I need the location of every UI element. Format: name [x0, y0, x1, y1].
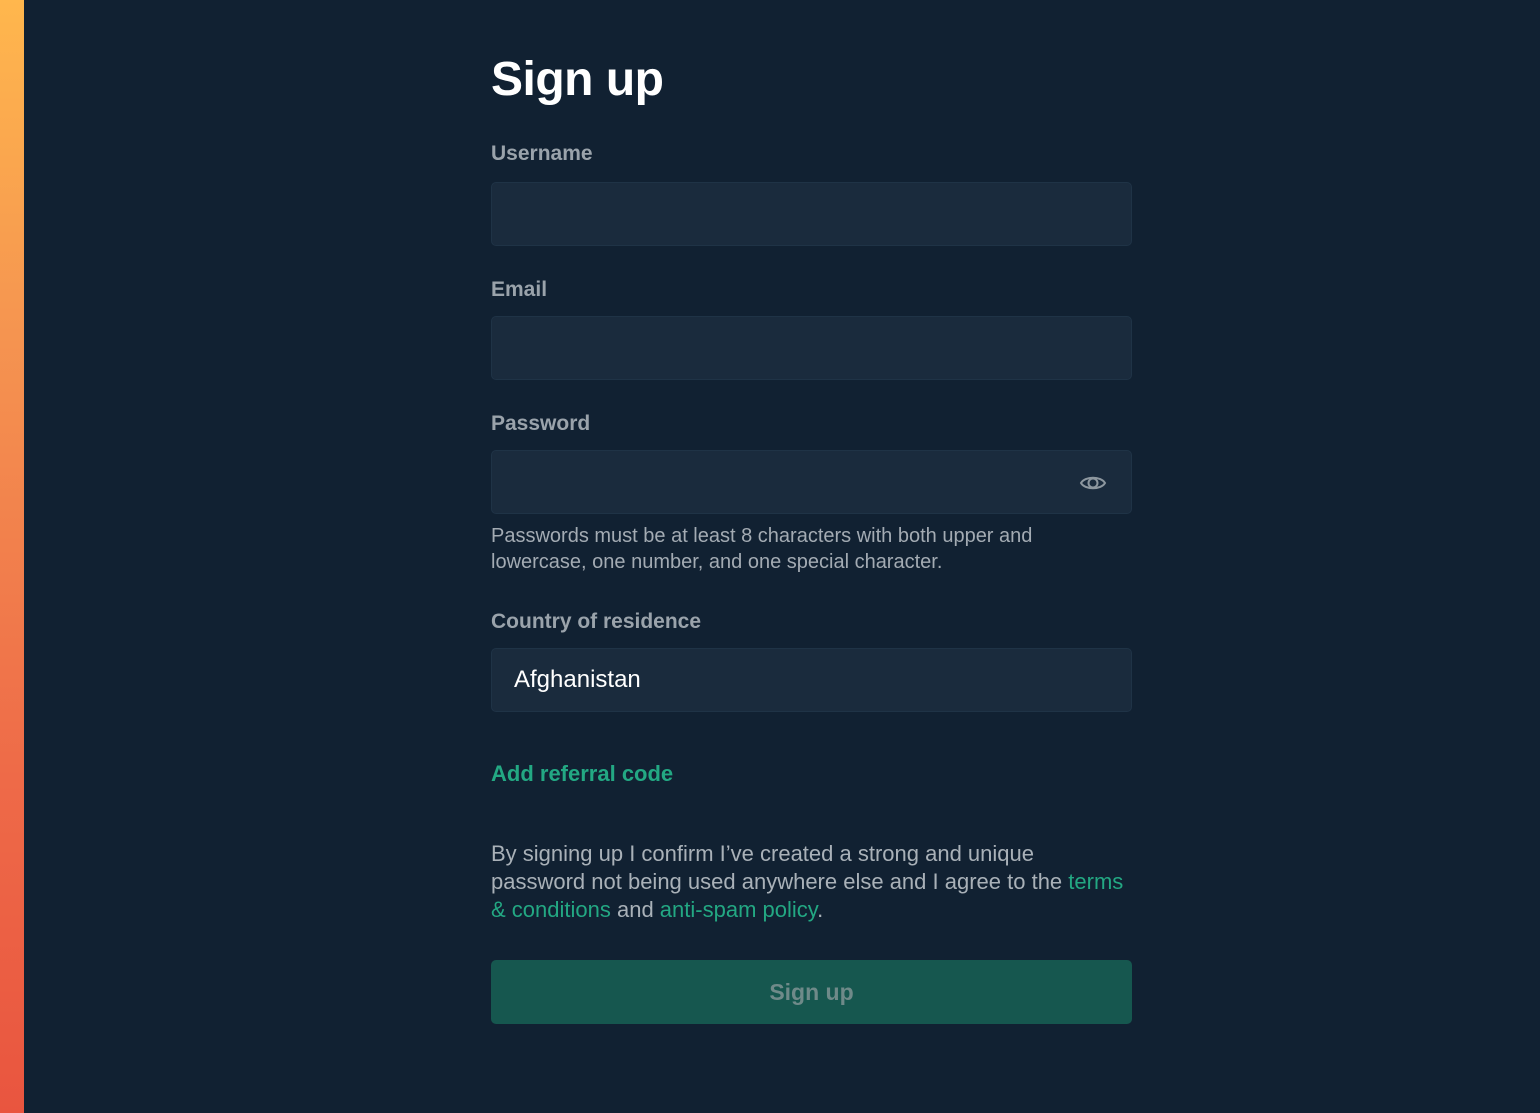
password-requirements-hint: Passwords must be at least 8 characters …: [491, 525, 1033, 573]
email-label: Email: [491, 278, 548, 301]
password-field-container: [491, 450, 1132, 514]
consent-text-before: By signing up I confirm I’ve created a s…: [491, 841, 1069, 894]
consent-text-after: .: [817, 897, 824, 922]
password-input[interactable]: [492, 451, 1131, 513]
email-field-container: [491, 316, 1132, 380]
sign-up-button[interactable]: Sign up: [491, 960, 1132, 1024]
consent-text: By signing up I confirm I’ve created a s…: [491, 840, 1132, 924]
password-label: Password: [491, 412, 591, 435]
page-title: Sign up: [491, 53, 664, 106]
username-input[interactable]: [492, 183, 1131, 245]
accent-gradient-bar: [0, 0, 24, 1113]
username-field-container: [491, 182, 1132, 246]
username-label: Username: [491, 142, 593, 165]
country-label: Country of residence: [491, 610, 702, 633]
country-selected-value: Afghanistan: [514, 666, 641, 693]
add-referral-code-link[interactable]: Add referral code: [491, 760, 673, 788]
eye-icon[interactable]: [1079, 470, 1107, 496]
signup-page: Sign up Username Email Password Password…: [0, 0, 1540, 1113]
anti-spam-policy-link[interactable]: anti-spam policy: [660, 897, 817, 922]
consent-text-middle: and: [610, 897, 660, 922]
country-select[interactable]: Afghanistan: [491, 648, 1132, 712]
email-input[interactable]: [492, 317, 1131, 379]
